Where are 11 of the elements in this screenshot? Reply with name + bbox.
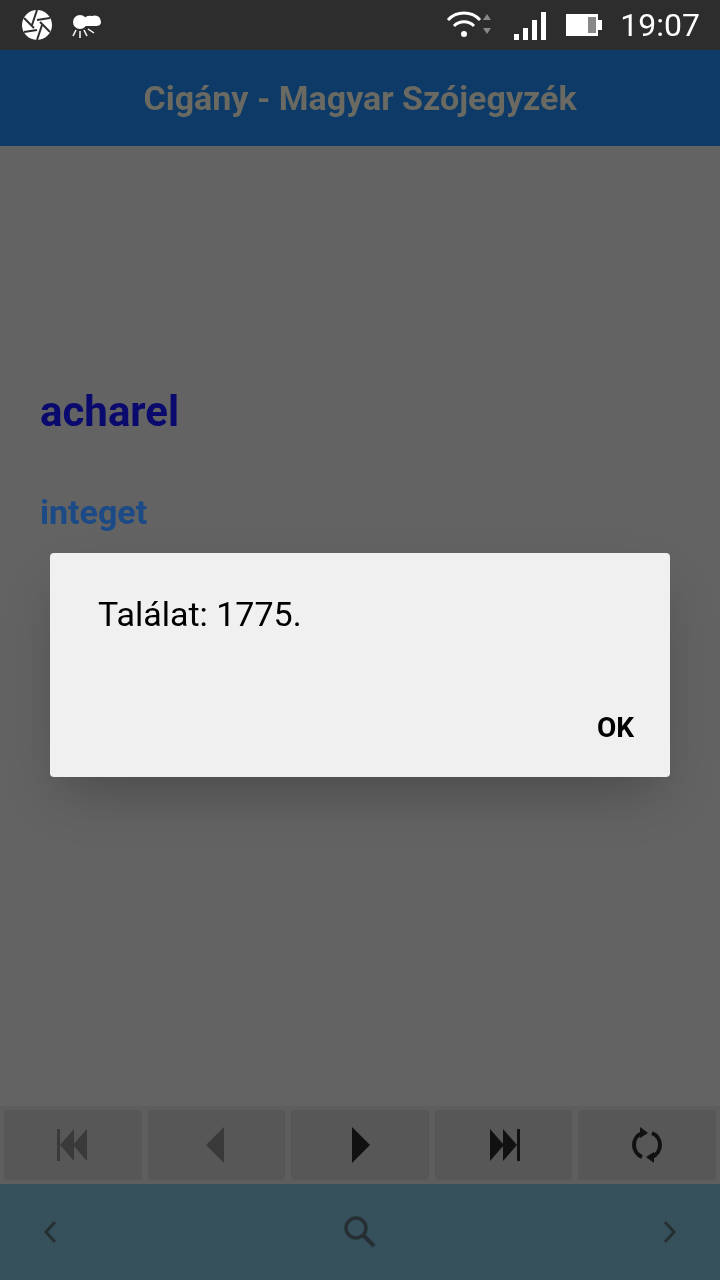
entry-word: acharel	[40, 386, 181, 438]
aperture-icon	[20, 8, 54, 42]
search-icon	[342, 1214, 378, 1250]
status-time: 19:07	[620, 9, 700, 41]
ok-button[interactable]: OK	[588, 703, 642, 753]
entry-translation: integet	[40, 490, 149, 533]
toolbar-button[interactable]	[291, 1110, 429, 1180]
toolbar-button[interactable]	[434, 1110, 573, 1180]
app-title: Cigány - Magyar Szójegyzék	[143, 76, 577, 120]
toolbar-button[interactable]	[578, 1110, 716, 1180]
dialog-message: Találat: 1775.	[98, 593, 303, 636]
